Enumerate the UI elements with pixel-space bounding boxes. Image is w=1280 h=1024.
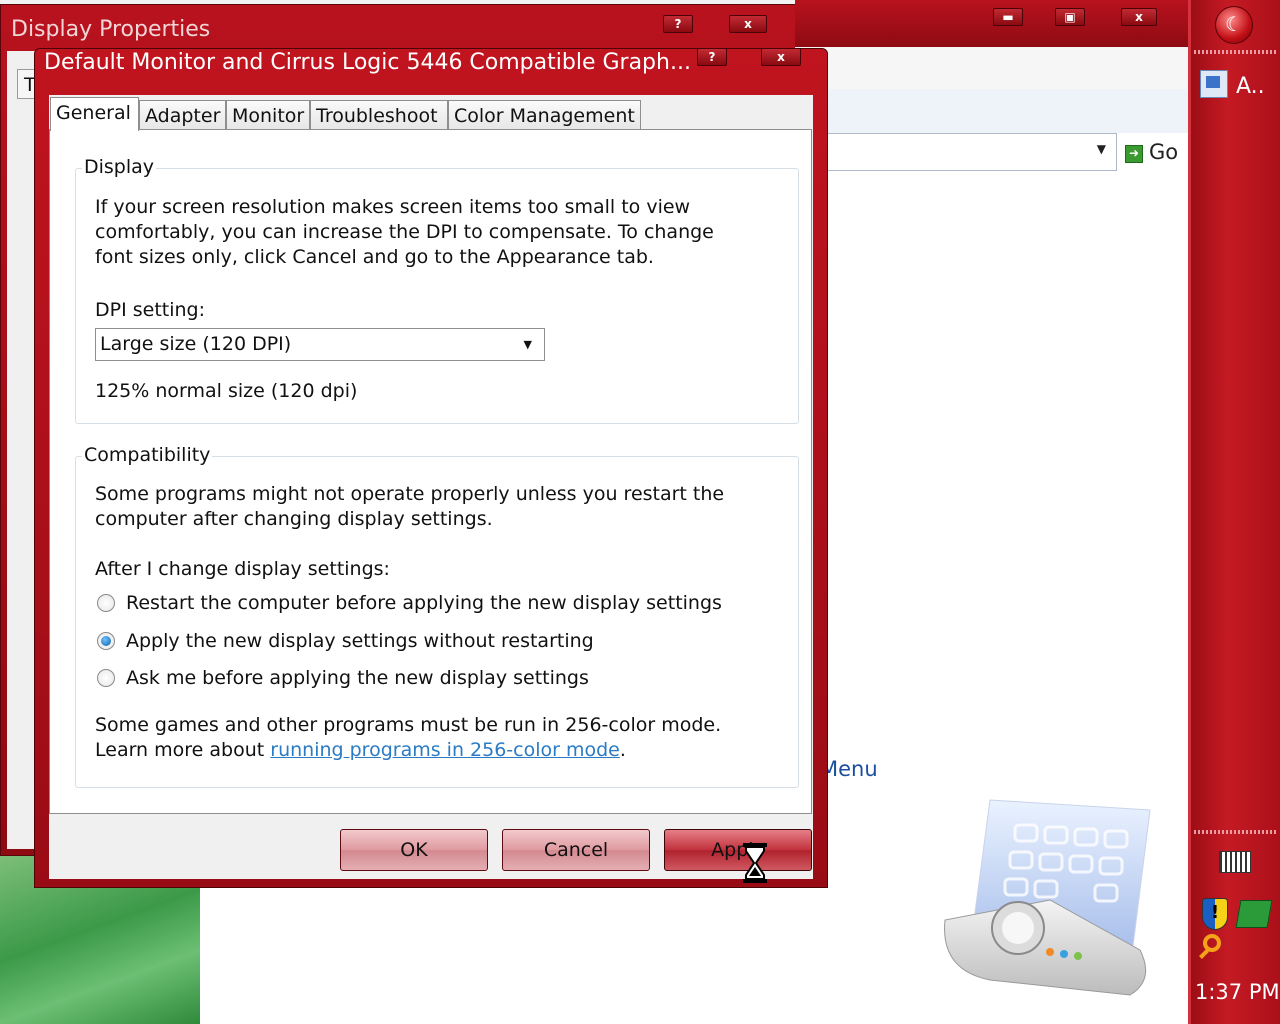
learn-more-line: Learn more about running programs in 256… (95, 739, 626, 761)
running-256-color-link[interactable]: running programs in 256-color mode (270, 739, 620, 761)
dialog-close-button[interactable]: x (761, 48, 801, 66)
display-description-line-2: comfortably, you can increase the DPI to… (95, 221, 714, 243)
games-256-color-text: Some games and other programs must be ru… (95, 714, 722, 736)
radio-restart-label[interactable]: Restart the computer before applying the… (126, 591, 722, 616)
app-window-icon (1200, 70, 1228, 98)
address-combobox[interactable]: ▼ (827, 133, 1117, 171)
chevron-down-icon: ▼ (523, 338, 532, 351)
tab-troubleshoot[interactable]: Troubleshoot (310, 100, 448, 130)
maximize-button[interactable]: ▣ (1055, 8, 1085, 26)
dpi-setting-dropdown[interactable]: Large size (120 DPI) ▼ (95, 328, 545, 361)
tab-color-management[interactable]: Color Management (448, 100, 641, 130)
radio-apply-without-restart[interactable] (97, 632, 115, 650)
display-properties-title: Display Properties (11, 17, 211, 42)
radio-restart-before-applying[interactable] (97, 594, 115, 612)
compat-description-line-2: computer after changing display settings… (95, 508, 493, 530)
tab-adapter[interactable]: Adapter (139, 100, 226, 130)
help-button[interactable]: ? (663, 15, 693, 33)
minimize-button[interactable]: ▬ (993, 8, 1023, 26)
dpi-setting-label: DPI setting: (95, 299, 206, 321)
cancel-button[interactable]: Cancel (502, 829, 650, 871)
radio-apply-label[interactable]: Apply the new display settings without r… (126, 629, 594, 654)
search-icon[interactable] (1203, 934, 1221, 952)
dialog-title: Default Monitor and Cirrus Logic 5446 Co… (44, 50, 691, 75)
compatibility-group-label: Compatibility (82, 444, 213, 466)
dpi-scale-note: 125% normal size (120 dpi) (95, 380, 358, 402)
display-description-line-1: If your screen resolution makes screen i… (95, 196, 691, 218)
start-orb-icon[interactable]: ☾ (1215, 6, 1253, 44)
gadget-device-icon (944, 799, 1151, 996)
after-change-label: After I change display settings: (95, 558, 390, 580)
chevron-down-icon: ▼ (1096, 142, 1106, 156)
sidebar-divider-lower (1194, 830, 1276, 834)
explorer-toolbar (795, 47, 1188, 130)
sidebar-taskbar-item[interactable]: A.. (1200, 70, 1265, 99)
radio-ask-before-applying[interactable] (97, 669, 115, 687)
network-icon[interactable] (1235, 900, 1273, 928)
tab-general[interactable]: General (50, 97, 139, 131)
go-arrow-icon: ➜ (1125, 145, 1143, 163)
tab-monitor[interactable]: Monitor (226, 100, 310, 130)
security-shield-icon[interactable]: ! (1202, 898, 1228, 930)
go-button[interactable]: ➜ Go (1125, 140, 1178, 164)
ok-button[interactable]: OK (340, 829, 488, 871)
close-button[interactable]: x (729, 15, 767, 33)
address-row (795, 89, 1188, 133)
apply-button[interactable]: Apply (664, 829, 812, 871)
clock[interactable]: 1:37 PM (1195, 980, 1280, 1004)
keyboard-icon[interactable] (1219, 851, 1251, 873)
dialog-help-button[interactable]: ? (697, 48, 727, 66)
sidebar-divider (1194, 50, 1276, 54)
menu-link[interactable]: Menu (820, 757, 878, 781)
explorer-titlebar: ▬ ▣ x (795, 0, 1188, 47)
compat-description-line-1: Some programs might not operate properly… (95, 483, 725, 505)
display-description-line-3: font sizes only, click Cancel and go to … (95, 246, 654, 268)
hourglass-cursor-icon (743, 843, 767, 883)
display-group-label: Display (82, 156, 157, 178)
explorer-close-button[interactable]: x (1121, 8, 1157, 26)
explorer-window: ▬ ▣ x ▼ ➜ Go (795, 0, 1188, 852)
radio-ask-label[interactable]: Ask me before applying the new display s… (126, 666, 589, 691)
